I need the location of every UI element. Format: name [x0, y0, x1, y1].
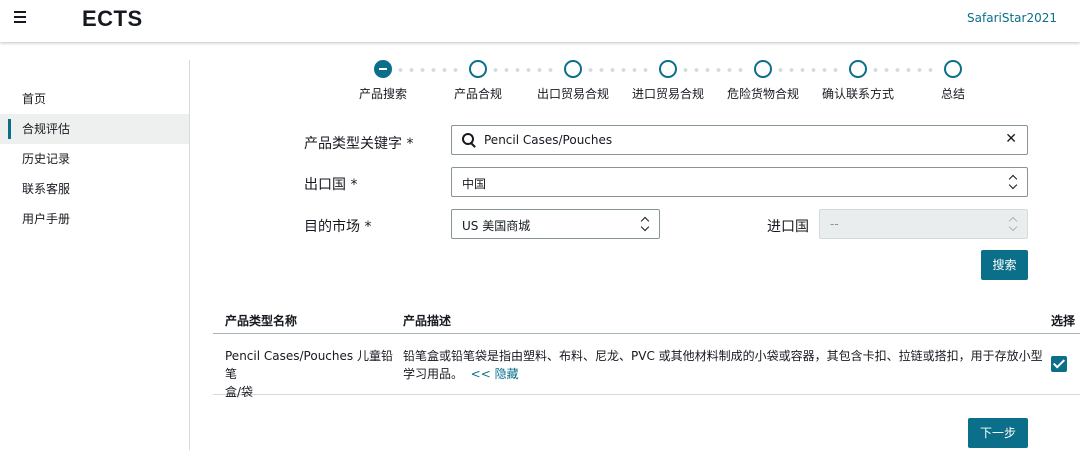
description-text: 学习用品。 — [403, 367, 464, 381]
market-value: US 美国商城 — [462, 219, 531, 233]
market-select[interactable]: US 美国商城 — [451, 209, 660, 239]
step-pending-icon — [754, 60, 772, 78]
column-header-description: 产品描述 — [403, 314, 452, 328]
table-row: Pencil Cases/Pouches 儿童铅笔 盒/袋 铅笔盒或铅笔袋是指由… — [213, 334, 1080, 399]
step-import-trade-compliance: 进口贸易合规 — [628, 60, 708, 102]
step-label: 确认联系方式 — [821, 87, 894, 101]
step-label: 危险货物合规 — [726, 87, 799, 101]
select-arrows-icon — [640, 215, 650, 233]
next-step-button[interactable]: 下一步 — [968, 418, 1028, 448]
step-pending-icon — [564, 60, 582, 78]
step-label: 总结 — [940, 87, 965, 101]
name-line: 盒/袋 — [225, 385, 254, 399]
market-label: 目的市场 * — [304, 219, 372, 235]
column-header-select: 选择 — [1051, 314, 1076, 328]
keyword-label: 产品类型关键字 * — [304, 136, 414, 152]
select-arrows-icon — [1008, 215, 1018, 233]
hamburger-menu-icon[interactable] — [14, 11, 28, 25]
sidebar-item-home[interactable]: 首页 — [0, 84, 189, 114]
import-country-select: -- — [819, 209, 1028, 239]
step-label: 产品搜索 — [358, 87, 407, 101]
sidebar-item-user-manual[interactable]: 用户手册 — [0, 204, 189, 234]
product-type-name: Pencil Cases/Pouches 儿童铅笔 盒/袋 — [225, 347, 395, 401]
app-title: ECTS — [82, 6, 143, 31]
step-product-compliance: 产品合规 — [438, 60, 518, 102]
step-summary: 总结 — [913, 60, 993, 102]
keyword-search-input[interactable]: Pencil Cases/Pouches ✕ — [451, 125, 1028, 155]
export-country-value: 中国 — [462, 177, 487, 191]
search-button[interactable]: 搜索 — [981, 250, 1028, 280]
step-confirm-contact: 确认联系方式 — [818, 60, 898, 102]
description-line: 铅笔盒或铅笔袋是指由塑料、布料、尼龙、PVC 或其他材料制成的小袋或容器，其包含… — [403, 349, 1043, 363]
sidebar: 首页 合规评估 历史记录 联系客服 用户手册 — [0, 60, 190, 450]
product-description: 铅笔盒或铅笔袋是指由塑料、布料、尼龙、PVC 或其他材料制成的小袋或容器，其包含… — [403, 347, 1043, 383]
column-header-name: 产品类型名称 — [225, 314, 298, 328]
import-country-value: -- — [830, 217, 839, 231]
select-checkbox[interactable] — [1051, 356, 1067, 372]
step-label: 产品合规 — [453, 87, 502, 101]
export-country-label: 出口国 * — [304, 177, 358, 193]
step-pending-icon — [849, 60, 867, 78]
sidebar-item-history[interactable]: 历史记录 — [0, 144, 189, 174]
username-link[interactable]: SafariStar2021 — [967, 11, 1057, 25]
export-country-select[interactable]: 中国 — [451, 167, 1028, 197]
clear-icon[interactable]: ✕ — [1005, 131, 1017, 147]
search-icon — [462, 133, 476, 147]
hide-description-link[interactable]: << 隐藏 — [471, 367, 519, 381]
step-label: 进口贸易合规 — [631, 87, 704, 101]
step-pending-icon — [659, 60, 677, 78]
sidebar-item-contact-support[interactable]: 联系客服 — [0, 174, 189, 204]
step-pending-icon — [944, 60, 962, 78]
description-line: 学习用品。 << 隐藏 — [403, 365, 1043, 383]
step-export-trade-compliance: 出口贸易合规 — [533, 60, 613, 102]
progress-stepper: 产品搜索 产品合规 出口贸易合规 进口贸易合规 危险货物合规 确认联系方式 总结 — [343, 60, 1003, 104]
step-pending-icon — [469, 60, 487, 78]
import-country-label: 进口国 — [767, 219, 809, 235]
step-dangerous-goods-compliance: 危险货物合规 — [723, 60, 803, 102]
keyword-value: Pencil Cases/Pouches — [484, 133, 613, 147]
step-label: 出口贸易合规 — [536, 87, 609, 101]
select-arrows-icon — [1008, 173, 1018, 191]
top-bar: ECTS SafariStar2021 — [0, 0, 1080, 42]
step-product-search: 产品搜索 — [343, 60, 423, 102]
table-header: 产品类型名称 产品描述 选择 — [213, 304, 1080, 334]
name-line: Pencil Cases/Pouches 儿童铅笔 — [225, 349, 393, 381]
step-current-icon — [374, 60, 392, 78]
sidebar-item-compliance-assessment[interactable]: 合规评估 — [0, 114, 189, 144]
